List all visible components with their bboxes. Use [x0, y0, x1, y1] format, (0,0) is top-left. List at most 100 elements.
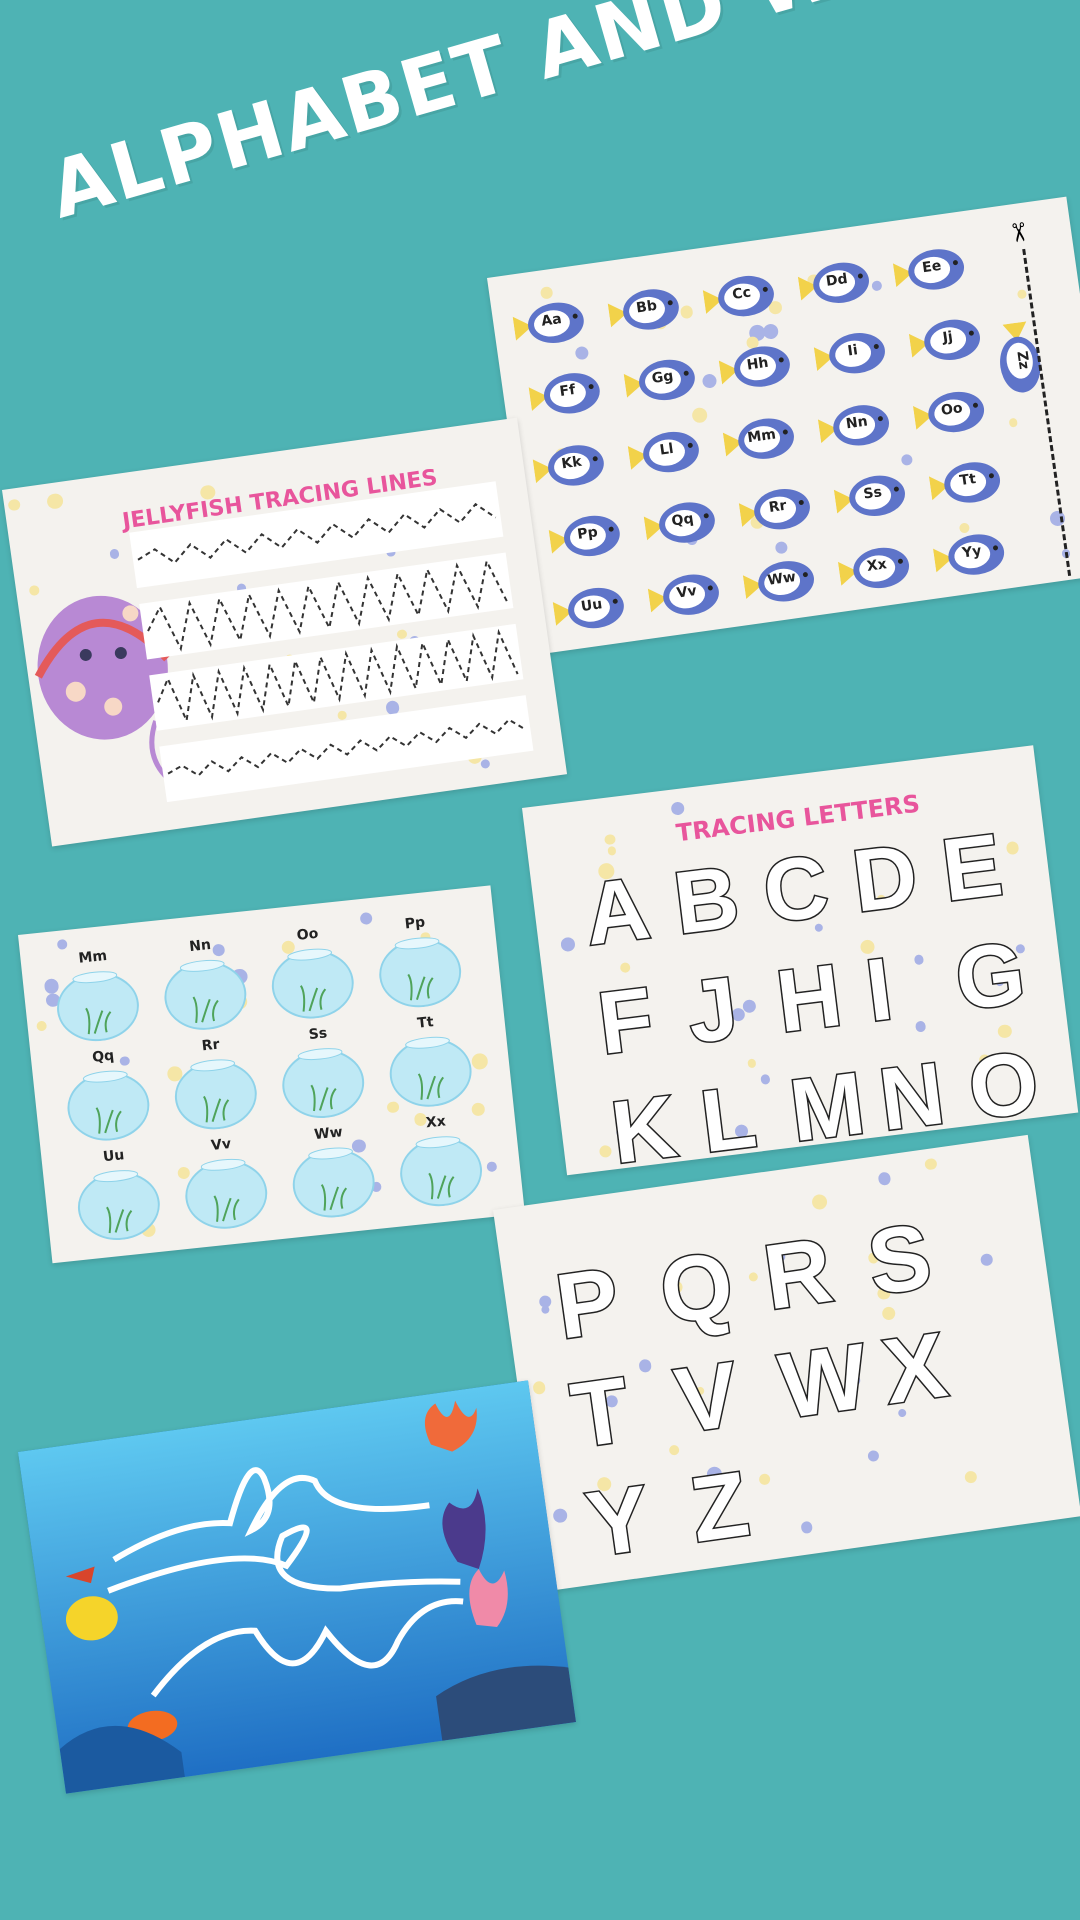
decor-dot [359, 911, 373, 926]
decor-dot [539, 286, 553, 300]
decor-dot [870, 280, 883, 292]
decor-dot [668, 1444, 680, 1457]
decor-dot [760, 1073, 771, 1085]
fish-letter-card: Bb [606, 282, 684, 340]
tracing-letter: Z [683, 1451, 756, 1563]
decor-dot [867, 1449, 881, 1463]
fish-letter-card: Ww [741, 553, 819, 611]
fishbowl-letters-card: Mm Nn Oo Pp Qq Rr Ss Tt Uu Vv Ww Xx [18, 885, 525, 1264]
fish-letter-card: Oo [911, 384, 989, 442]
tracing-letter: X [876, 1313, 954, 1426]
decor-dot [924, 1157, 938, 1171]
fish-letter-card: Cc [701, 268, 779, 326]
fishbowl-icon [385, 1028, 477, 1114]
decor-dot [964, 1470, 979, 1484]
fish-letter-card: Ll [626, 424, 704, 482]
tracing-letter: O [962, 1030, 1045, 1140]
fish-letter-card: Ee [891, 241, 969, 299]
decor-dot [690, 406, 709, 425]
decor-dot [540, 1305, 551, 1315]
tracing-letter: F [591, 967, 659, 1075]
decor-dot [560, 936, 576, 953]
decor-dot [486, 1161, 498, 1172]
tracing-letter: B [667, 845, 745, 954]
tracing-letter: Y [579, 1465, 657, 1578]
tracing-letters-card: TRACING LETTERS ABCDEFJHIGKLMNO [522, 745, 1079, 1176]
tracing-letter: L [694, 1065, 762, 1173]
decor-dot [913, 954, 925, 966]
fishbowl-icon [52, 963, 144, 1049]
fish-letter-card: Pp [547, 508, 625, 566]
tracing-letter: M [783, 1051, 871, 1161]
fish-letter-card: Kk [531, 438, 609, 496]
fish-letter-card: Qq [642, 495, 720, 553]
tracing-letter: N [873, 1042, 951, 1151]
decor-dot [877, 1171, 892, 1187]
fishbowl-icon [73, 1162, 165, 1248]
tracing-letter: E [935, 813, 1008, 921]
fishbowl-icon [62, 1062, 154, 1148]
fish-letter-card: Vv [646, 567, 724, 625]
decor-dot [607, 846, 617, 856]
fishbowl-icon [277, 1040, 369, 1126]
decor-dot [701, 373, 718, 390]
tracing-letter: G [949, 921, 1032, 1031]
decor-dot [800, 1521, 814, 1534]
fishbowl-icon [374, 929, 466, 1015]
fishbowl-icon [170, 1051, 262, 1137]
fish-alphabet-card: Aa Bb Cc Dd Ee Ff Gg Hh Ii Jj Kk Ll Mm Nn Oo Pp Qq Rr Ss Tt… [487, 196, 1080, 655]
tracing-letter: R [757, 1218, 840, 1331]
cut-line [1022, 248, 1072, 577]
tracing-letter: J [681, 956, 745, 1063]
fish-letter-card: Dd [796, 255, 874, 313]
ocean-scene [18, 1380, 577, 1794]
fish-letter-card: Uu [551, 580, 629, 638]
tracing-letter: V [668, 1342, 746, 1455]
fishbowl-icon [395, 1128, 487, 1214]
tracing-letter: A [578, 856, 656, 965]
decor-dot [900, 453, 914, 467]
decor-dot [670, 801, 685, 816]
decor-dot [57, 939, 68, 950]
decor-dot [747, 323, 766, 342]
fish-letter-card: Aa [511, 295, 589, 353]
tracing-letter: D [846, 823, 924, 932]
decor-dot [638, 1358, 653, 1373]
tracing-letter: S [861, 1204, 939, 1317]
scissors-icon: ✂ [1001, 219, 1035, 246]
fish-letter-card: Rr [737, 481, 815, 539]
decor-dot [980, 1252, 994, 1267]
decor-dot [914, 1020, 927, 1033]
fishbowl-icon [267, 940, 359, 1026]
decor-dot [552, 1507, 569, 1524]
decor-dot [762, 323, 780, 341]
decor-dot [1017, 289, 1027, 299]
tracing-letter: Q [653, 1231, 741, 1345]
fish-letter-card: Hh [717, 339, 795, 397]
decor-dot [742, 999, 757, 1014]
tracing-letter: H [770, 943, 848, 1052]
decor-dot [471, 1053, 489, 1071]
page-title: ALPHABET AND WRITING [40, 0, 1080, 237]
fishbowl-icon [159, 952, 251, 1038]
decor-dot [1008, 417, 1018, 428]
tracing-letter: W [772, 1324, 875, 1440]
decor-dot [538, 1294, 553, 1309]
decor-dot [603, 833, 616, 846]
jellyfish-tracing-card: JELLYFISH TRACING LINES [2, 417, 568, 847]
fishbowl-icon [180, 1150, 272, 1236]
fish-letter-card: Xx [836, 540, 914, 598]
fish-letter-card: Jj [907, 312, 985, 370]
decor-dot [774, 540, 789, 555]
tracing-letters-card-2: PQRS TVWX YZ [493, 1134, 1080, 1592]
decor-dot [531, 1380, 547, 1395]
fishbowl-icon [288, 1139, 380, 1225]
fish-letter-card: Tt [927, 455, 1005, 513]
decor-dot [811, 1193, 829, 1211]
ocean-maze-card [18, 1380, 577, 1794]
fish-letter-card: Ss [832, 468, 910, 526]
decor-dot [35, 1020, 47, 1032]
fish-letter-card: Mm [721, 411, 799, 469]
decor-dot [598, 1144, 613, 1159]
fish-letter-card: Nn [816, 397, 894, 455]
